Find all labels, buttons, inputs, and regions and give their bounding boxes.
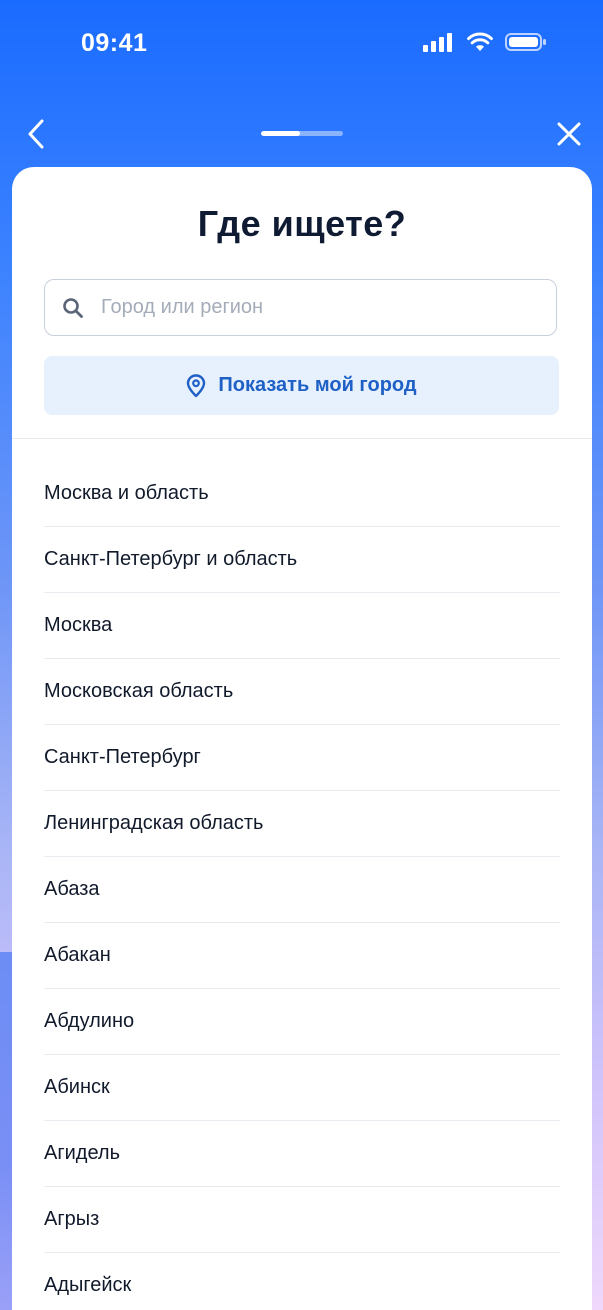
divider [12, 438, 592, 439]
search-icon [62, 297, 84, 319]
city-list-item[interactable]: Агрыз [44, 1187, 560, 1253]
city-list-item[interactable]: Санкт-Петербург и область [44, 527, 560, 593]
city-list: Москва и область Санкт-Петербург и област… [44, 461, 560, 1310]
city-list-item[interactable]: Абаза [44, 857, 560, 923]
status-time: 09:41 [81, 29, 148, 57]
city-list-item[interactable]: Абдулино [44, 989, 560, 1055]
show-my-city-button[interactable]: Показать мой город [44, 356, 559, 415]
back-button[interactable] [18, 116, 54, 152]
city-list-item[interactable]: Санкт-Петербург [44, 725, 560, 791]
location-sheet: Где ищете? Показать мой город Москва и о… [12, 167, 592, 1310]
city-list-item[interactable]: Москва [44, 593, 560, 659]
signal-icon [423, 32, 455, 57]
top-navigation [0, 110, 603, 160]
page-title: Где ищете? [197, 203, 407, 244]
city-list-item[interactable]: Московская область [44, 659, 560, 725]
city-list-item[interactable]: Агидель [44, 1121, 560, 1187]
chevron-left-icon [28, 119, 44, 149]
city-list-item[interactable]: Москва и область [44, 461, 560, 527]
city-list-item[interactable]: Абинск [44, 1055, 560, 1121]
background-accent [0, 952, 12, 1310]
location-pin-icon [186, 373, 206, 398]
close-button[interactable] [551, 116, 587, 152]
progress-fill [261, 131, 301, 136]
wifi-icon [467, 32, 493, 57]
battery-icon [505, 32, 547, 57]
progress-indicator [261, 131, 343, 136]
search-input[interactable] [99, 295, 503, 320]
city-list-item[interactable]: Ленинградская область [44, 791, 560, 857]
status-bar: 09:41 [0, 0, 603, 90]
search-field[interactable] [44, 279, 557, 336]
show-my-city-label: Показать мой город [218, 374, 417, 396]
status-icons [423, 32, 547, 57]
close-icon [557, 122, 581, 146]
city-list-item[interactable]: Абакан [44, 923, 560, 989]
city-list-item[interactable]: Адыгейск [44, 1253, 560, 1310]
